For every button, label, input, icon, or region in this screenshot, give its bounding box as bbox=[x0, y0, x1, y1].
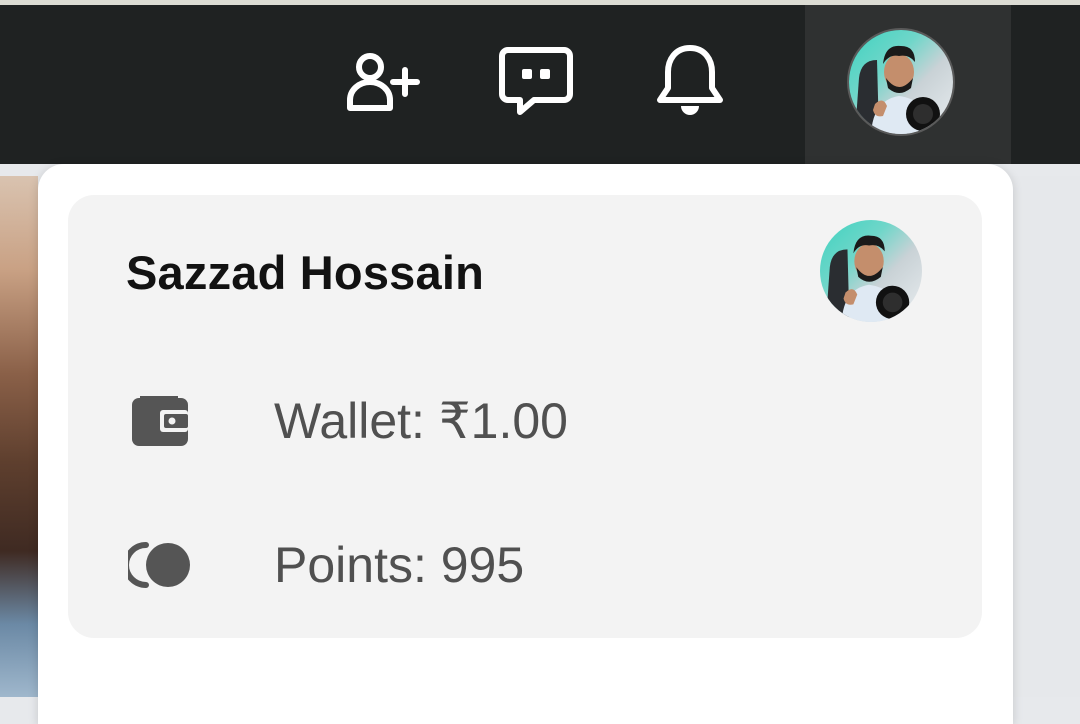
avatar[interactable] bbox=[849, 30, 953, 134]
wallet-label: Wallet: ₹1.00 bbox=[274, 393, 568, 449]
avatar-photo bbox=[855, 45, 940, 134]
user-name: Sazzad Hossain bbox=[126, 246, 485, 299]
wallet-row[interactable]: Wallet: ₹1.00 bbox=[126, 381, 568, 461]
wallet-icon bbox=[120, 381, 200, 461]
bell-icon bbox=[657, 45, 723, 115]
card-avatar bbox=[820, 220, 922, 322]
notifications-button[interactable] bbox=[645, 35, 735, 125]
add-friend-button[interactable] bbox=[337, 35, 427, 125]
background-panel bbox=[1012, 176, 1080, 697]
profile-dropdown: Sazzad Hossain Wallet: ₹1.00 Points: 995 bbox=[38, 164, 1013, 724]
profile-summary-card[interactable]: Sazzad Hossain Wallet: ₹1.00 Points: 995 bbox=[68, 195, 982, 638]
chat-icon bbox=[499, 47, 573, 115]
background-photo bbox=[0, 176, 38, 697]
add-friend-icon bbox=[347, 53, 420, 111]
points-label: Points: 995 bbox=[274, 537, 525, 593]
messages-button[interactable] bbox=[491, 35, 581, 125]
avatar-photo bbox=[825, 235, 910, 322]
coins-icon bbox=[120, 525, 200, 605]
points-row[interactable]: Points: 995 bbox=[126, 525, 524, 605]
